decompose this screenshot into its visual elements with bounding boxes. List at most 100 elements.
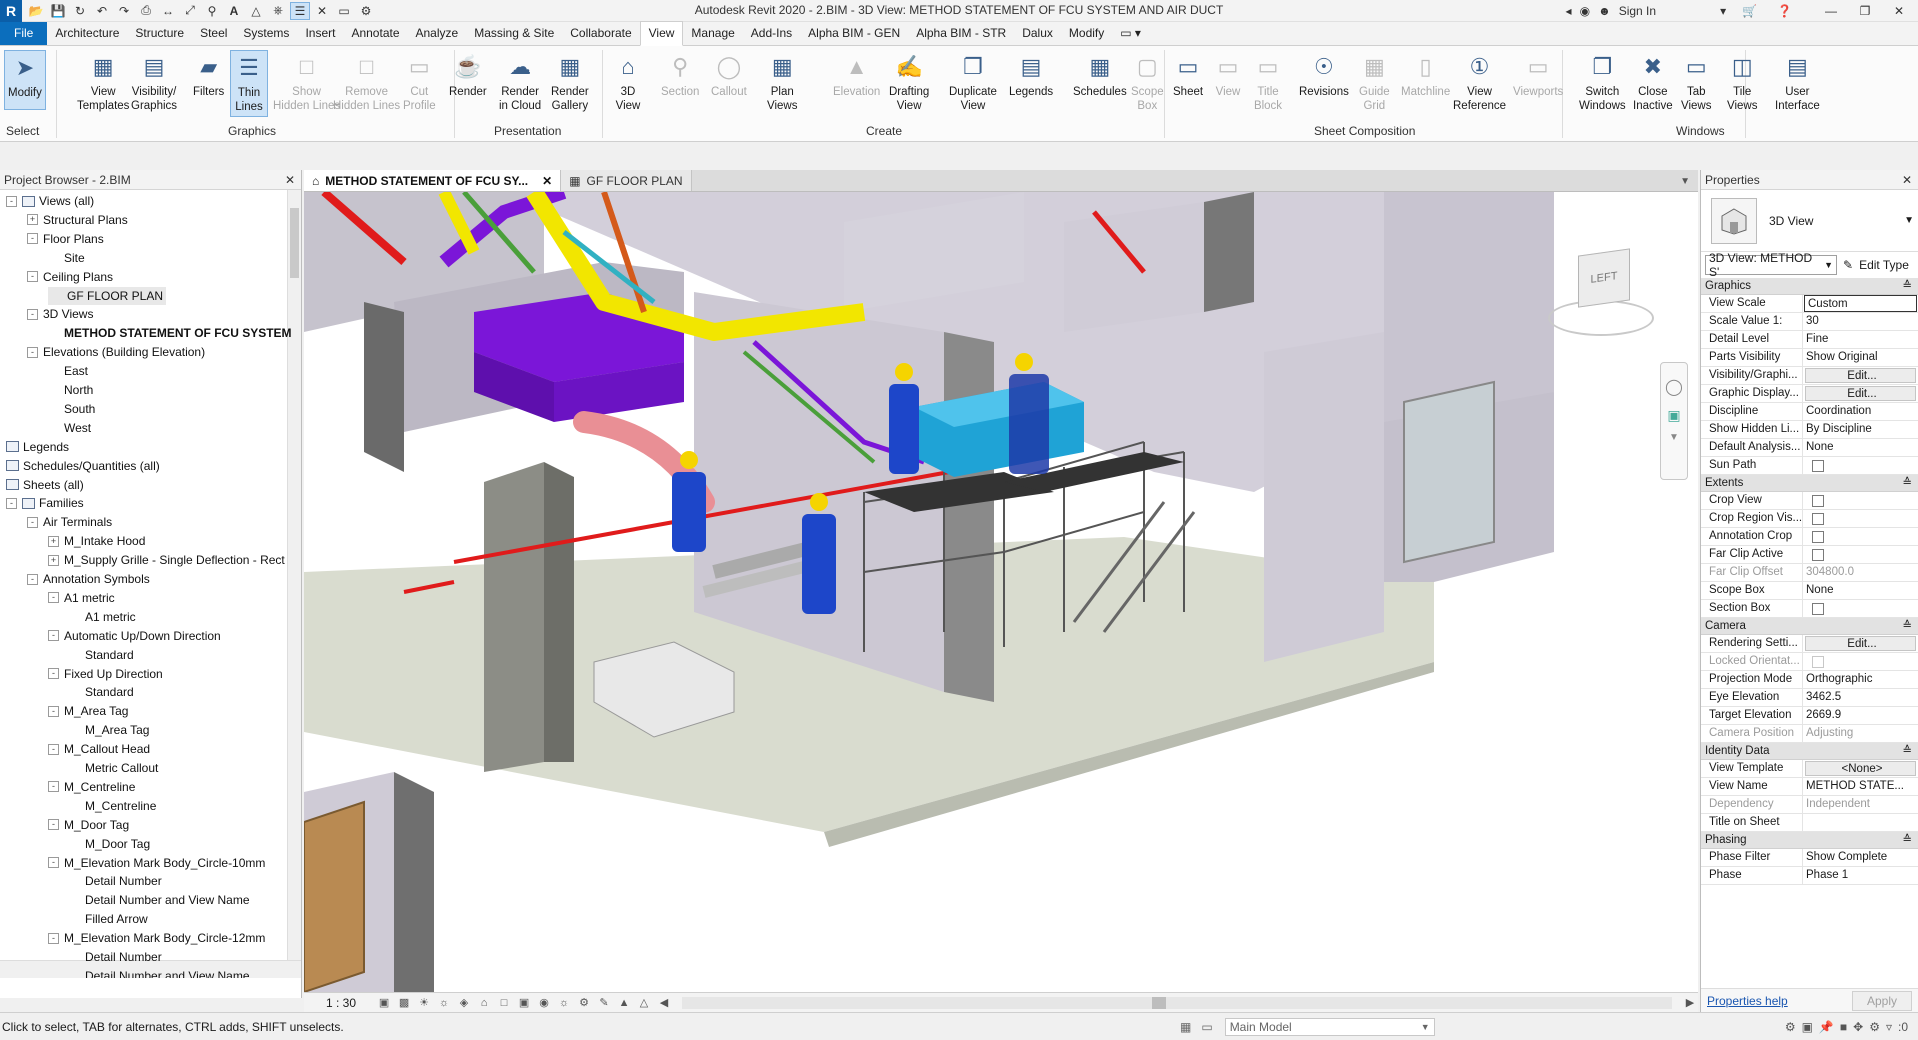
tree-item[interactable]: M_Door Tag	[69, 835, 150, 853]
collapse-icon[interactable]: -	[48, 743, 59, 755]
nav-menu-icon[interactable]: ▼	[1661, 424, 1687, 443]
close-icon[interactable]: ✕	[285, 173, 295, 187]
select-underlay-icon[interactable]: ▣	[1802, 1020, 1813, 1034]
tab-steel[interactable]: Steel	[192, 22, 235, 45]
tree-item[interactable]: - Air Terminals	[27, 513, 112, 531]
expand-icon[interactable]: +	[48, 554, 59, 566]
tab-structure[interactable]: Structure	[127, 22, 192, 45]
close-tab-icon[interactable]: ✕	[542, 174, 552, 188]
view-cube-face[interactable]: LEFT	[1578, 248, 1630, 308]
tree-item[interactable]: West	[48, 419, 91, 437]
collapse-icon[interactable]: -	[48, 668, 59, 679]
minimize-button[interactable]: —	[1818, 4, 1844, 18]
tree-item[interactable]: - M_Door Tag	[48, 816, 129, 834]
ribbon-button-revisions[interactable]: ☉ Revisions	[1296, 50, 1352, 101]
crop-region-icon[interactable]: ▣	[516, 996, 532, 1010]
cart-icon[interactable]: 🛒	[1742, 4, 1757, 18]
zoom-icon[interactable]: ▣	[1661, 397, 1687, 424]
tree-item[interactable]: Site	[48, 249, 85, 267]
visual-style-icon[interactable]: ▩	[396, 996, 412, 1010]
analytical-model-icon[interactable]: ✎	[596, 996, 612, 1010]
tree-item[interactable]: - Fixed Up Direction	[48, 665, 163, 683]
binoculars-icon[interactable]: ◉	[1580, 4, 1590, 18]
scroll-right-icon[interactable]: ▶	[1682, 996, 1698, 1010]
tree-item[interactable]: M_Area Tag	[69, 721, 149, 739]
switch-windows-qat-icon[interactable]: ▭	[334, 2, 354, 20]
checkbox-icon[interactable]	[1812, 495, 1824, 507]
view-scale[interactable]: 1 : 30	[326, 996, 356, 1010]
tree-item[interactable]: - Floor Plans	[27, 230, 104, 248]
ribbon-button-switch-windows[interactable]: ❐ Switch Windows	[1576, 50, 1629, 115]
ribbon-button-filters[interactable]: ▰ Filters	[190, 50, 227, 101]
ribbon-button-visibility-graphics[interactable]: ▤ Visibility/ Graphics	[128, 50, 180, 115]
property-section-graphics[interactable]: Graphics ≙	[1701, 278, 1918, 295]
project-browser-tree[interactable]: - Views (all) + Structural Plans - Floor Plan…	[0, 190, 301, 978]
property-checkbox[interactable]	[1803, 546, 1918, 563]
redo-icon[interactable]: ↷	[114, 2, 134, 20]
tree-item[interactable]: - M_Elevation Mark Body_Circle-12mm	[48, 929, 265, 947]
property-value[interactable]: Fine	[1803, 331, 1918, 348]
tab-systems[interactable]: Systems	[235, 22, 297, 45]
tree-item[interactable]: METHOD STATEMENT OF FCU SYSTEM	[48, 324, 292, 342]
tree-item[interactable]: Metric Callout	[69, 759, 158, 777]
tree-item[interactable]: Standard	[69, 646, 134, 664]
nav-left-icon[interactable]: ◂	[1566, 4, 1572, 18]
filter-icon[interactable]: ▿	[1886, 1020, 1892, 1034]
tree-item[interactable]: - A1 metric	[48, 589, 115, 607]
collapse-icon[interactable]: -	[48, 932, 59, 944]
collapse-icon[interactable]: -	[27, 346, 38, 358]
steering-wheel-icon[interactable]: ◯	[1661, 363, 1687, 397]
tab-collaborate[interactable]: Collaborate	[562, 22, 639, 45]
collapse-icon[interactable]: -	[27, 233, 38, 245]
property-value[interactable]	[1803, 814, 1918, 831]
collapse-icon[interactable]: -	[48, 857, 59, 868]
tree-item[interactable]: -3D Views	[27, 305, 93, 323]
tree-item[interactable]: Detail Number and View Name	[69, 967, 250, 978]
checkbox-icon[interactable]	[1812, 531, 1824, 543]
collapse-icon[interactable]: -	[27, 308, 38, 320]
checkbox-icon[interactable]	[1812, 549, 1824, 561]
checkbox-icon[interactable]	[1812, 656, 1824, 668]
shadows-icon[interactable]: ☼	[436, 996, 452, 1010]
sign-in-link[interactable]: Sign In	[1619, 4, 1656, 18]
collapse-icon[interactable]: ≙	[1902, 618, 1912, 634]
tree-item[interactable]: Standard	[69, 683, 134, 701]
3d-model-scene[interactable]	[304, 192, 1698, 992]
property-value[interactable]: Show Complete	[1803, 849, 1918, 866]
close-icon[interactable]: ✕	[1902, 173, 1912, 187]
browser-scrollbar[interactable]	[287, 190, 301, 978]
user-icon[interactable]: ☻	[1598, 4, 1611, 18]
collapse-icon[interactable]: ≙	[1902, 278, 1912, 294]
property-value[interactable]: By Discipline	[1803, 421, 1918, 438]
collapse-icon[interactable]: -	[48, 781, 59, 793]
ribbon-button-render-in-cloud[interactable]: ☁ Render in Cloud	[496, 50, 544, 115]
scroll-left-icon[interactable]: ◀	[656, 996, 672, 1010]
save-icon[interactable]: 💾	[48, 2, 68, 20]
sun-path-icon[interactable]: ☀	[416, 996, 432, 1010]
tree-item[interactable]: Filled Arrow	[69, 910, 148, 928]
tab-manage[interactable]: Manage	[683, 22, 742, 45]
property-value[interactable]: 3462.5	[1803, 689, 1918, 706]
property-checkbox[interactable]	[1803, 510, 1918, 527]
tree-item[interactable]: - M_Elevation Mark Body_Circle-10mm	[48, 854, 265, 872]
thin-lines-qat-icon[interactable]: ☰	[290, 1, 310, 20]
ribbon-button-matchline[interactable]: ▯ Matchline	[1398, 50, 1453, 101]
ribbon-button-render-gallery[interactable]: ▦ Render Gallery	[548, 50, 592, 115]
collapse-icon[interactable]: -	[27, 516, 38, 528]
tree-item[interactable]: GF FLOOR PLAN	[48, 286, 167, 305]
ribbon-button-user-interface[interactable]: ▤ User Interface	[1772, 50, 1823, 115]
select-by-face-icon[interactable]: ■	[1840, 1020, 1847, 1034]
tab-view[interactable]: View	[639, 21, 684, 46]
tree-item[interactable]: A1 metric	[69, 608, 136, 626]
tab-insert[interactable]: Insert	[297, 22, 343, 45]
collapse-icon[interactable]: ≙	[1902, 832, 1912, 848]
property-checkbox[interactable]	[1803, 492, 1918, 509]
open-icon[interactable]: 📂	[26, 2, 46, 20]
property-checkbox[interactable]	[1803, 600, 1918, 617]
property-section-phasing[interactable]: Phasing ≙	[1701, 832, 1918, 849]
checkbox-icon[interactable]	[1812, 513, 1824, 525]
property-value[interactable]: Phase 1	[1803, 867, 1918, 884]
ribbon-button-viewports[interactable]: ▭ Viewports	[1510, 50, 1566, 101]
ribbon-button-remove-hidden-lines[interactable]: □ Remove Hidden Lines	[330, 50, 403, 115]
tree-item[interactable]: Detail Number	[69, 872, 162, 890]
